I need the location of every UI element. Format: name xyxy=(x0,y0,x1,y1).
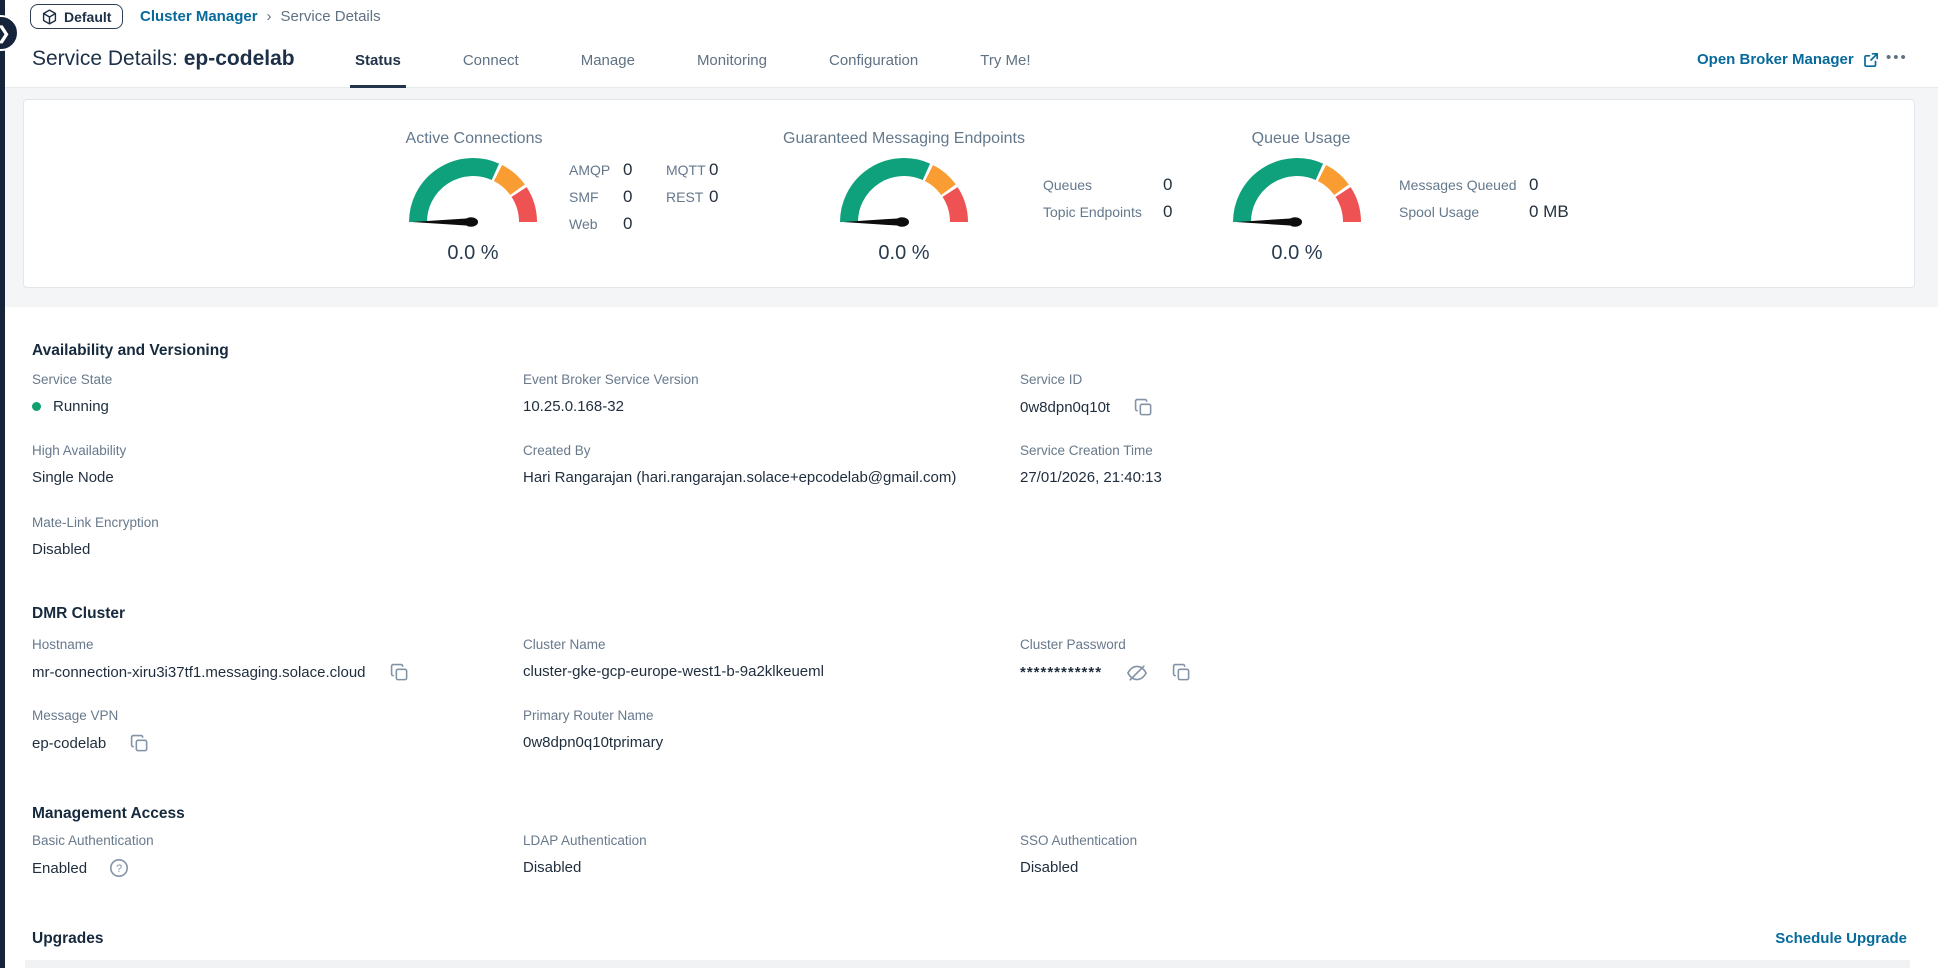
environment-badge[interactable]: Default xyxy=(30,4,123,29)
copy-password-button[interactable] xyxy=(1172,662,1191,683)
stat-value: 0 xyxy=(709,188,749,206)
stat-label: Topic Endpoints xyxy=(1043,203,1163,221)
breadcrumb-separator: › xyxy=(267,8,272,25)
stat-value: 0 xyxy=(1529,176,1589,194)
gauge-percent-guaranteed-endpoints: 0.0 % xyxy=(829,242,979,265)
stat-label: Queues xyxy=(1043,176,1163,194)
field-broker-version: Event Broker Service Version 10.25.0.168… xyxy=(523,372,993,416)
copy-hostname-button[interactable] xyxy=(390,662,409,683)
gauge-stats-queue-usage: Messages Queued 0 Spool Usage 0 MB xyxy=(1399,176,1589,221)
collapsed-sidebar: ❯ xyxy=(0,0,5,968)
svg-text:?: ? xyxy=(116,863,122,875)
field-hostname: Hostname mr-connection-xiru3i37tf1.messa… xyxy=(32,637,502,683)
copy-icon xyxy=(1172,662,1191,683)
field-cluster-password: Cluster Password ************ xyxy=(1020,637,1490,683)
upgrades-table-header-strip xyxy=(25,960,1910,968)
tab-configuration[interactable]: Configuration xyxy=(824,49,923,88)
stat-value: 0 MB xyxy=(1529,203,1589,221)
tab-status[interactable]: Status xyxy=(350,49,406,88)
gauges-band: Active Connections 0.0 % AMQP 0 MQTT 0 S… xyxy=(0,88,1938,307)
schedule-upgrade-link[interactable]: Schedule Upgrade xyxy=(1775,930,1907,947)
field-primary-router: Primary Router Name 0w8dpn0q10tprimary xyxy=(523,708,993,752)
service-details-body: Availability and Versioning Service Stat… xyxy=(0,307,1938,968)
field-sso-authentication: SSO Authentication Disabled xyxy=(1020,833,1490,877)
stat-value: 0 xyxy=(623,215,666,233)
reveal-password-button[interactable] xyxy=(1126,663,1148,683)
field-service-state: Service State Running xyxy=(32,372,502,416)
stat-value: 0 xyxy=(1163,203,1203,221)
gauge-active-connections xyxy=(398,146,548,232)
field-cluster-name: Cluster Name cluster-gke-gcp-europe-west… xyxy=(523,637,993,681)
stat-label: Spool Usage xyxy=(1399,203,1529,221)
page-header: Default Cluster Manager › Service Detail… xyxy=(0,0,1938,88)
cube-icon xyxy=(42,9,57,25)
basic-auth-help-button[interactable]: ? xyxy=(109,858,129,878)
field-message-vpn: Message VPN ep-codelab xyxy=(32,708,502,754)
tab-manage[interactable]: Manage xyxy=(576,49,640,88)
copy-service-id-button[interactable] xyxy=(1134,397,1153,418)
status-badge: Running xyxy=(53,397,109,416)
field-basic-authentication: Basic Authentication Enabled ? xyxy=(32,833,502,878)
stat-label: Web xyxy=(569,215,623,233)
page-title: Service Details: ep-codelab xyxy=(32,47,295,71)
field-ldap-authentication: LDAP Authentication Disabled xyxy=(523,833,993,877)
section-title-upgrades: Upgrades xyxy=(32,930,104,948)
field-service-id: Service ID 0w8dpn0q10t xyxy=(1020,372,1490,418)
gauge-stats-guaranteed-endpoints: Queues 0 Topic Endpoints 0 xyxy=(1043,176,1203,221)
copy-icon xyxy=(130,733,149,754)
copy-icon xyxy=(1134,397,1153,418)
tab-monitoring[interactable]: Monitoring xyxy=(692,49,772,88)
gauge-stats-active-connections: AMQP 0 MQTT 0 SMF 0 REST 0 Web 0 xyxy=(569,161,749,233)
field-created-by: Created By Hari Rangarajan (hari.rangara… xyxy=(523,443,1083,487)
gauge-guaranteed-endpoints xyxy=(829,146,979,232)
section-title-management-access: Management Access xyxy=(32,805,185,823)
gauges-card: Active Connections 0.0 % AMQP 0 MQTT 0 S… xyxy=(23,99,1915,288)
stat-label: Messages Queued xyxy=(1399,176,1529,194)
tab-try-me[interactable]: Try Me! xyxy=(975,49,1035,88)
gauge-queue-usage xyxy=(1222,146,1372,232)
stat-value: 0 xyxy=(623,188,666,206)
eye-off-icon xyxy=(1126,663,1148,683)
section-title-dmr-cluster: DMR Cluster xyxy=(32,605,125,623)
environment-name: Default xyxy=(64,9,111,25)
field-high-availability: High Availability Single Node xyxy=(32,443,502,487)
tab-connect[interactable]: Connect xyxy=(458,49,524,88)
gauge-percent-queue-usage: 0.0 % xyxy=(1222,242,1372,265)
gauge-percent-active-connections: 0.0 % xyxy=(398,242,548,265)
section-title-availability: Availability and Versioning xyxy=(32,342,229,360)
masked-password: ************ xyxy=(1020,663,1102,682)
open-broker-manager-label: Open Broker Manager xyxy=(1697,51,1854,68)
stat-value: 0 xyxy=(623,161,666,179)
stat-value: 0 xyxy=(709,161,749,179)
chevron-right-icon: ❯ xyxy=(0,23,11,43)
stat-label: SMF xyxy=(569,188,623,206)
field-creation-time: Service Creation Time 27/01/2026, 21:40:… xyxy=(1020,443,1490,487)
help-icon: ? xyxy=(109,858,129,878)
breadcrumb: Cluster Manager › Service Details xyxy=(140,8,381,25)
page-title-prefix: Service Details: xyxy=(32,47,178,70)
external-link-icon xyxy=(1863,52,1879,68)
status-dot-running xyxy=(32,402,41,411)
open-broker-manager-link[interactable]: Open Broker Manager xyxy=(1697,51,1879,68)
breadcrumb-current: Service Details xyxy=(281,8,381,25)
stat-label: AMQP xyxy=(569,161,623,179)
breadcrumb-cluster-manager[interactable]: Cluster Manager xyxy=(140,8,258,25)
tab-bar: Status Connect Manage Monitoring Configu… xyxy=(350,49,1036,88)
stat-value: 0 xyxy=(1163,176,1203,194)
field-mate-link-encryption: Mate-Link Encryption Disabled xyxy=(32,515,502,559)
copy-icon xyxy=(390,662,409,683)
more-actions-button[interactable]: ••• xyxy=(1886,49,1908,66)
stat-label: MQTT xyxy=(666,161,709,179)
stat-label: REST xyxy=(666,188,709,206)
copy-message-vpn-button[interactable] xyxy=(130,733,149,754)
service-name: ep-codelab xyxy=(184,47,295,70)
